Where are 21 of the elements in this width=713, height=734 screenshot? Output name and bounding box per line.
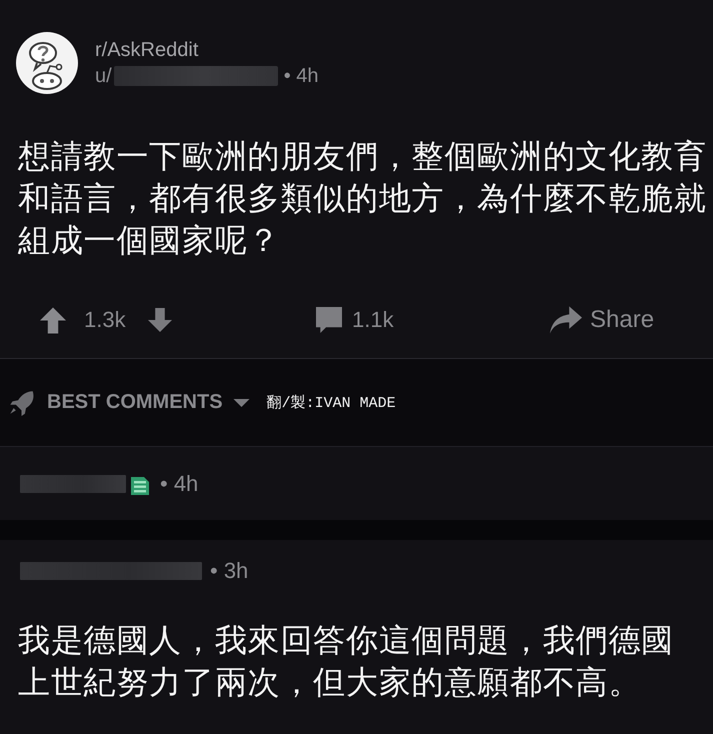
comments-button[interactable]: 1.1k — [316, 306, 394, 334]
comment-text: 我是德國人，我來回答你這個問題，我們德國上世紀努力了兩次，但大家的意願都不高。 — [18, 621, 675, 702]
comment-age: • 4h — [160, 470, 198, 496]
post-age: • 4h — [284, 64, 318, 88]
caret-icon — [232, 398, 250, 406]
subreddit-link[interactable]: r/AskReddit — [95, 38, 198, 62]
share-button[interactable]: Share — [550, 305, 654, 335]
upvote-icon — [40, 306, 66, 334]
author-link[interactable]: u/ — [95, 64, 278, 88]
comment-age: • 3h — [210, 558, 248, 584]
share-icon — [550, 305, 582, 335]
rocket-icon — [8, 389, 35, 416]
downvote-icon — [148, 306, 172, 334]
translator-credit: 翻/製:IVAN MADE — [266, 394, 396, 412]
comment-icon — [316, 306, 342, 334]
sort-button[interactable]: BEST COMMENTS — [8, 389, 250, 416]
vote-count: 1.3k — [84, 307, 126, 333]
avatar-icon — [16, 32, 78, 94]
upvote-button[interactable] — [40, 306, 66, 334]
downvote-button[interactable] — [148, 306, 172, 334]
post-title: 想請教一下歐洲的朋友們，整個歐洲的文化教育和語言，都有很多類似的地方，為什麼不乾脆就組成一個國家呢？ — [18, 137, 708, 260]
